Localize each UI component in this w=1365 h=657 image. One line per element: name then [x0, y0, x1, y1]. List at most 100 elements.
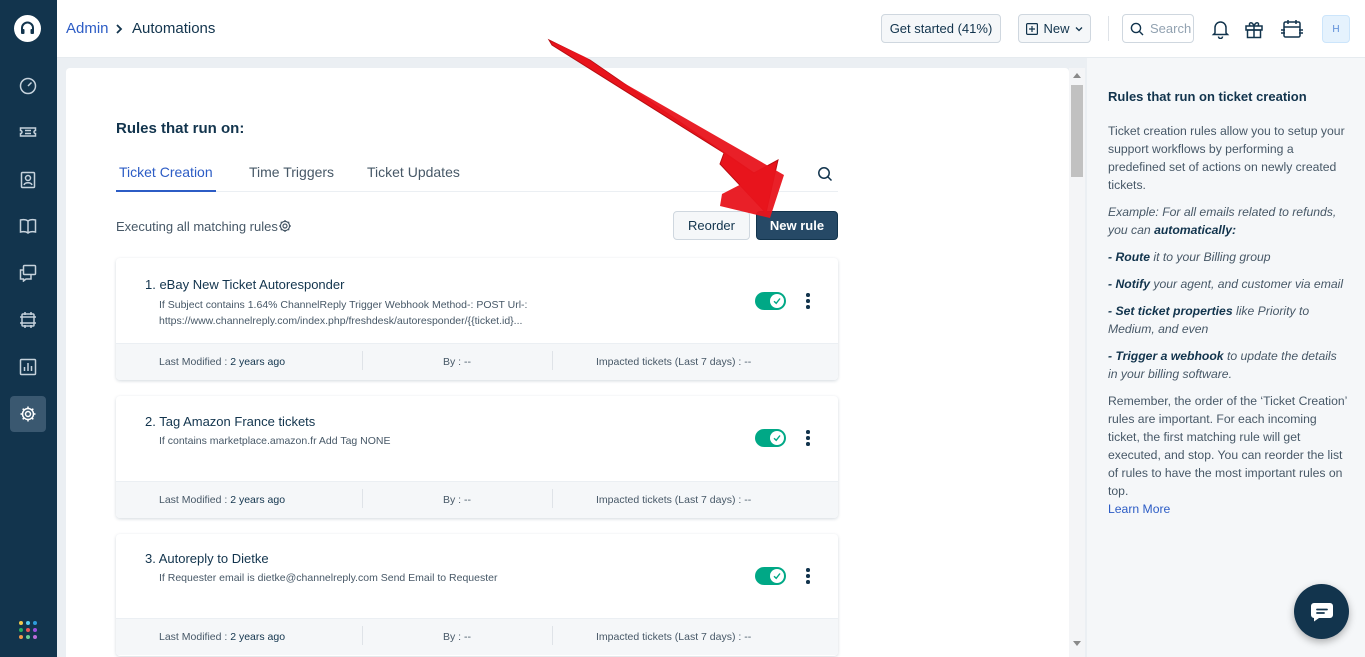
last-modified-label: Last Modified : — [159, 631, 231, 643]
check-icon — [770, 294, 784, 308]
last-modified: Last Modified : 2 years ago — [159, 631, 285, 643]
sidebar — [0, 0, 57, 657]
freshdesk-logo-icon[interactable] — [14, 15, 41, 42]
help-example-strong: automatically: — [1154, 223, 1237, 237]
help-bullet-strong: - Trigger a webhook — [1108, 349, 1224, 363]
tab-ticket-updates[interactable]: Ticket Updates — [367, 164, 460, 192]
help-bullet-text: it to your Billing group — [1149, 250, 1271, 264]
modified-by: By : -- — [443, 356, 471, 368]
divider — [362, 626, 363, 645]
tab-ticket-creation[interactable]: Ticket Creation — [116, 164, 216, 192]
chat-widget-button[interactable] — [1294, 584, 1349, 639]
get-started-button[interactable]: Get started (41%) — [881, 14, 1001, 43]
last-modified-value: 2 years ago — [230, 356, 286, 368]
more-options-icon[interactable] — [802, 428, 814, 448]
rule-description-line: If Requester email is dietke@channelrepl… — [159, 572, 498, 584]
check-icon — [770, 431, 784, 445]
apps-grid-icon[interactable] — [19, 621, 37, 639]
admin-icon[interactable] — [10, 396, 46, 432]
reorder-button[interactable]: Reorder — [673, 211, 750, 240]
scroll-down-arrow-icon[interactable] — [1073, 641, 1081, 646]
divider — [552, 351, 553, 370]
impacted-tickets: Impacted tickets (Last 7 days) : -- — [596, 631, 752, 643]
rule-description: If contains marketplace.amazon.fr Add Ta… — [159, 433, 559, 449]
search-placeholder: Search — [1150, 21, 1192, 36]
rule-description: If Requester email is dietke@channelrepl… — [159, 570, 559, 586]
help-bullet-webhook: - Trigger a webhook to update the detail… — [1108, 347, 1348, 383]
rule-enabled-toggle[interactable] — [755, 429, 786, 447]
modified-by: By : -- — [443, 631, 471, 643]
notifications-bell-icon[interactable] — [1208, 17, 1232, 41]
help-panel: Rules that run on ticket creation Ticket… — [1087, 58, 1365, 657]
help-bullet-strong: - Route — [1108, 250, 1150, 264]
solutions-icon[interactable] — [14, 212, 42, 240]
user-avatar[interactable]: H — [1322, 15, 1350, 43]
page-title: Automations — [132, 20, 216, 37]
divider — [362, 351, 363, 370]
help-bullet-route: - Route it to your Billing group — [1108, 248, 1348, 266]
impacted-tickets: Impacted tickets (Last 7 days) : -- — [596, 356, 752, 368]
last-modified: Last Modified : 2 years ago — [159, 356, 285, 368]
tab-time-triggers[interactable]: Time Triggers — [249, 164, 334, 192]
rule-enabled-toggle[interactable] — [755, 567, 786, 585]
contacts-icon[interactable] — [14, 166, 42, 194]
divider — [552, 489, 553, 508]
help-bullet-notify: - Notify your agent, and customer via em… — [1108, 275, 1348, 293]
rule-card[interactable]: 3. Autoreply to Dietke If Requester emai… — [116, 534, 838, 656]
help-panel-body: Ticket creation rules allow you to setup… — [1108, 122, 1348, 518]
modified-by: By : -- — [443, 494, 471, 506]
impacted-tickets: Impacted tickets (Last 7 days) : -- — [596, 494, 752, 506]
help-example: Example: For all emails related to refun… — [1108, 203, 1348, 239]
gear-icon[interactable] — [278, 219, 294, 235]
new-button-label: New — [1043, 21, 1070, 36]
help-order-note: Remember, the order of the ‘Ticket Creat… — [1108, 394, 1347, 498]
search-icon[interactable] — [814, 163, 836, 185]
help-intro: Ticket creation rules allow you to setup… — [1108, 124, 1345, 192]
more-options-icon[interactable] — [802, 291, 814, 311]
last-modified: Last Modified : 2 years ago — [159, 494, 285, 506]
scrollbar-thumb[interactable] — [1071, 85, 1083, 177]
help-bullet-text: your agent, and customer via email — [1149, 277, 1344, 291]
rule-footer: Last Modified : 2 years ago By : -- Impa… — [116, 618, 838, 655]
last-modified-value: 2 years ago — [230, 631, 286, 643]
groups-icon[interactable] — [14, 306, 42, 334]
help-bullet-strong: - Notify — [1108, 277, 1150, 291]
rule-description-line: If Subject contains 1.64% ChannelReply T… — [159, 299, 528, 311]
rule-footer: Last Modified : 2 years ago By : -- Impa… — [116, 343, 838, 380]
rule-card[interactable]: 1. eBay New Ticket Autoresponder If Subj… — [116, 258, 838, 380]
tickets-icon[interactable] — [14, 118, 42, 146]
rule-title[interactable]: 3. Autoreply to Dietke — [145, 551, 269, 566]
rule-tabs: Ticket Creation Time Triggers Ticket Upd… — [116, 161, 838, 192]
scroll-up-arrow-icon[interactable] — [1073, 73, 1081, 78]
help-panel-title: Rules that run on ticket creation — [1108, 89, 1307, 104]
new-dropdown-button[interactable]: New — [1018, 14, 1091, 43]
main-content: Rules that run on: Ticket Creation Time … — [66, 68, 1069, 657]
divider — [552, 626, 553, 645]
chevron-right-icon — [115, 22, 123, 40]
rule-title[interactable]: 1. eBay New Ticket Autoresponder — [145, 277, 344, 292]
rule-enabled-toggle[interactable] — [755, 292, 786, 310]
rule-title[interactable]: 2. Tag Amazon France tickets — [145, 414, 315, 429]
global-search-input[interactable]: Search — [1122, 14, 1194, 43]
top-bar: Admin Automations Get started (41%) New … — [57, 0, 1365, 58]
calendar-icon[interactable] — [1280, 17, 1304, 41]
rule-description: If Subject contains 1.64% ChannelReply T… — [159, 297, 559, 329]
dashboard-icon[interactable] — [14, 72, 42, 100]
forums-icon[interactable] — [14, 259, 42, 287]
rule-card[interactable]: 2. Tag Amazon France tickets If contains… — [116, 396, 838, 518]
learn-more-link[interactable]: Learn More — [1108, 500, 1348, 518]
breadcrumb-admin-link[interactable]: Admin — [66, 20, 109, 37]
new-rule-button[interactable]: New rule — [756, 211, 838, 240]
chevron-down-icon — [1075, 26, 1082, 31]
last-modified-label: Last Modified : — [159, 494, 231, 506]
reports-icon[interactable] — [14, 353, 42, 381]
help-bullet-strong: - Set ticket properties — [1108, 304, 1233, 318]
help-bullet-properties: - Set ticket properties like Priority to… — [1108, 302, 1348, 338]
last-modified-label: Last Modified : — [159, 356, 231, 368]
divider — [362, 489, 363, 508]
divider — [1108, 16, 1109, 41]
gift-icon[interactable] — [1242, 17, 1266, 41]
execution-mode-label: Executing all matching rules — [116, 219, 278, 234]
more-options-icon[interactable] — [802, 566, 814, 586]
last-modified-value: 2 years ago — [230, 494, 286, 506]
